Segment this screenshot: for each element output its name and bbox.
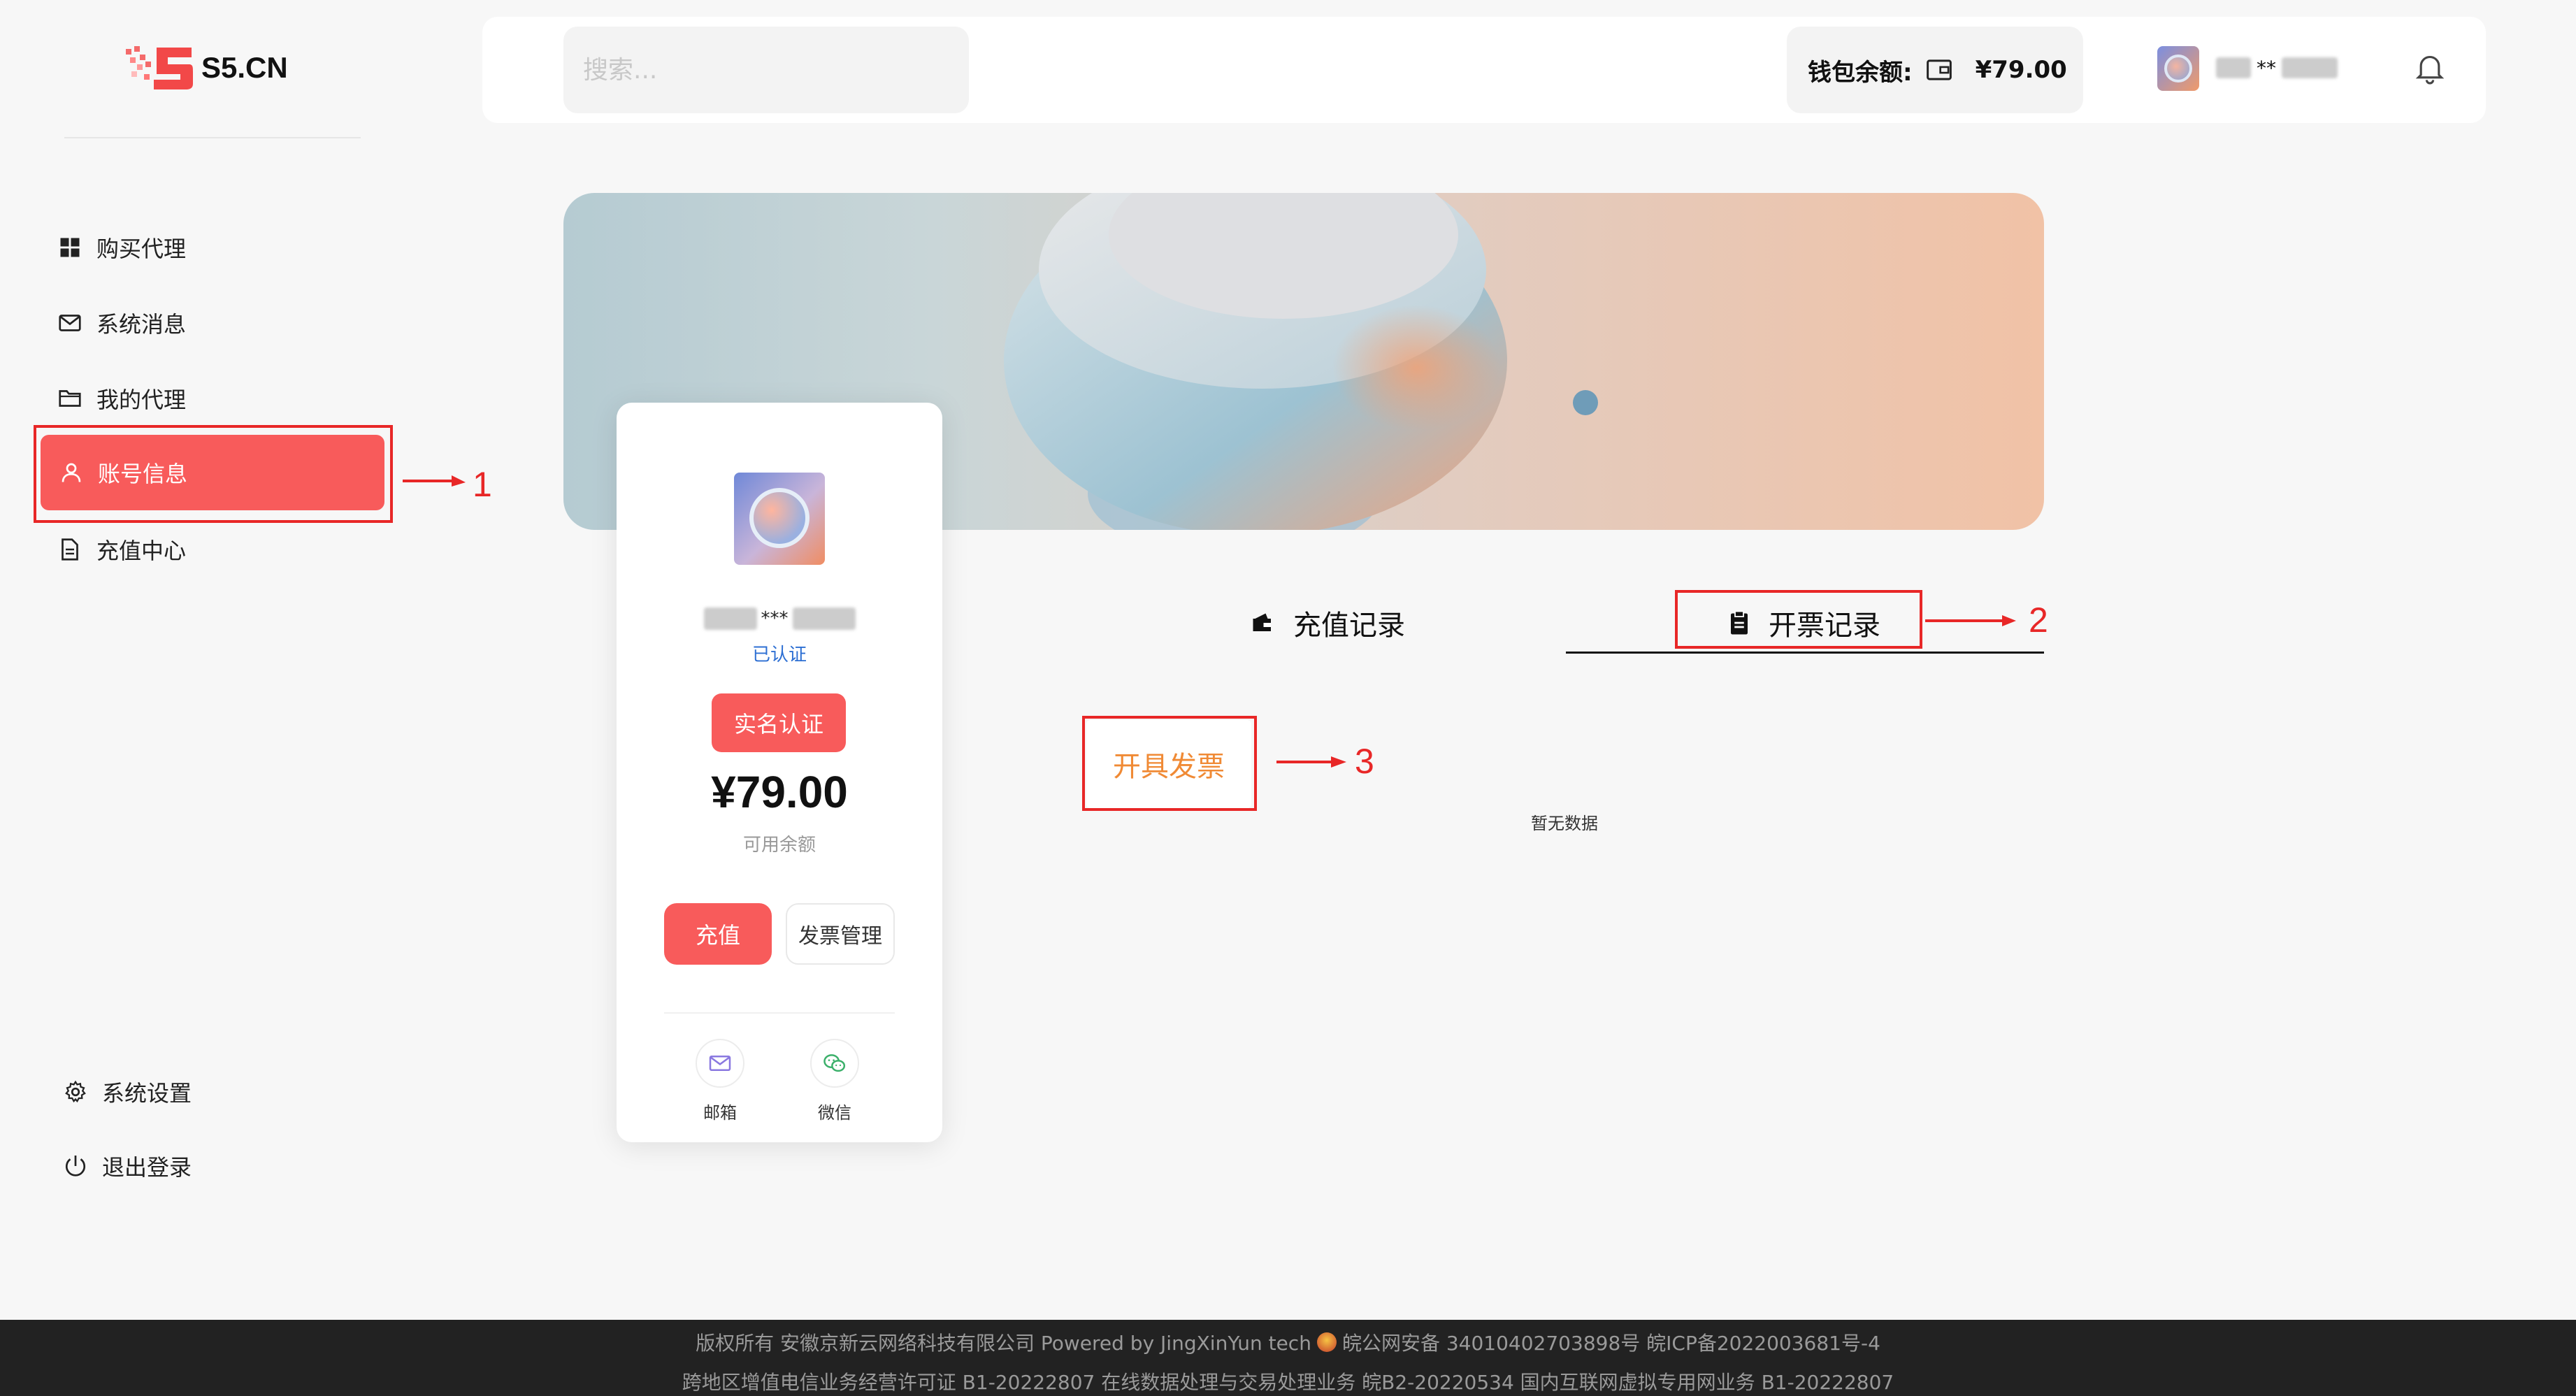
sidebar-item-messages[interactable]: 系统消息	[39, 285, 386, 361]
available-balance-label: 可用余额	[742, 835, 816, 856]
mail-icon	[59, 315, 81, 331]
brand-logo[interactable]: S5.CN	[126, 43, 288, 92]
annotation-number-1: 1	[473, 465, 492, 504]
wallet-label: 钱包余额:	[1808, 58, 1913, 87]
footer-icp[interactable]: 皖公网安备 34010402703898号 皖ICP备2022003681号-4	[1342, 1328, 1880, 1356]
document-icon	[62, 538, 78, 561]
wallet-icon	[1253, 613, 1271, 631]
mail-icon	[696, 1039, 744, 1088]
logo-mark-icon	[126, 43, 194, 92]
brand-name: S5.CN	[201, 51, 288, 84]
blurred-text	[792, 607, 856, 630]
avatar[interactable]	[2157, 46, 2199, 91]
invoice-management-button[interactable]: 发票管理	[786, 903, 895, 965]
sidebar-item-recharge-center[interactable]: 充值中心	[39, 512, 386, 587]
contact-email[interactable]: 邮箱	[685, 1039, 755, 1123]
wallet-balance[interactable]: 钱包余额: ¥79.00	[1787, 27, 2083, 113]
wechat-icon	[810, 1039, 859, 1088]
footer-line-1: 版权所有 安徽京新云网络科技有限公司 Powered by JingXinYun…	[0, 1328, 2576, 1356]
tab-label: 充值记录	[1293, 610, 1405, 642]
username-masked[interactable]: **	[2216, 55, 2349, 81]
bell-icon[interactable]	[2415, 52, 2445, 85]
blurred-text	[2216, 57, 2251, 78]
card-divider	[664, 1012, 895, 1014]
search-input[interactable]	[563, 27, 969, 113]
blurred-text	[2282, 57, 2338, 78]
avatar-image	[749, 488, 810, 548]
verified-status: 已认证	[751, 645, 807, 665]
logo-divider	[64, 137, 361, 138]
annotation-arrow-2	[1925, 615, 2016, 626]
sidebar-item-buy-proxy[interactable]: 购买代理	[39, 210, 386, 285]
sidebar-item-label: 退出登录	[102, 1154, 192, 1181]
profile-avatar[interactable]	[734, 473, 825, 565]
recharge-button[interactable]: 充值	[664, 903, 772, 965]
gear-icon	[65, 1080, 86, 1103]
wallet-amount: ¥79.00	[1975, 56, 2067, 84]
grid-icon	[60, 238, 80, 257]
annotation-arrow-3	[1276, 756, 1346, 768]
annotation-box-3	[1082, 716, 1257, 811]
realname-verify-button[interactable]: 实名认证	[712, 693, 846, 752]
sidebar-item-label: 系统设置	[102, 1080, 192, 1107]
profile-name-masked: ***	[700, 605, 858, 632]
username-stars: **	[2257, 56, 2276, 80]
folder-icon	[59, 390, 81, 407]
footer-copyright: 版权所有 安徽京新云网络科技有限公司 Powered by JingXinYun…	[696, 1332, 1311, 1355]
wallet-icon	[1926, 59, 1952, 80]
footer: 版权所有 安徽京新云网络科技有限公司 Powered by JingXinYun…	[0, 1320, 2576, 1396]
active-tab-indicator	[1566, 652, 2044, 654]
sidebar-item-label: 充值中心	[96, 538, 187, 564]
profile-card: *** 已认证 实名认证 ¥79.00 可用余额 充值 发票管理 邮箱 微信	[617, 403, 942, 1142]
sidebar-item-label: 系统消息	[96, 311, 187, 338]
avatar-image	[2164, 55, 2192, 82]
available-balance: ¥79.00	[711, 767, 848, 817]
sidebar-item-logout[interactable]: 退出登录	[45, 1128, 391, 1204]
annotation-box-2	[1675, 590, 1922, 649]
blurred-text	[703, 607, 757, 630]
contact-label: 微信	[818, 1103, 851, 1123]
profile-name-stars: ***	[761, 608, 789, 629]
sidebar-item-label: 我的代理	[96, 387, 187, 413]
contact-label: 邮箱	[703, 1103, 737, 1123]
sidebar-item-settings[interactable]: 系统设置	[45, 1054, 391, 1130]
footer-line-2: 跨地区增值电信业务经营许可证 B1-20222807 在线数据处理与交易处理业务…	[682, 1371, 1894, 1394]
annotation-number-2: 2	[2029, 600, 2048, 640]
contact-wechat[interactable]: 微信	[800, 1039, 870, 1123]
power-icon	[65, 1156, 86, 1176]
annotation-box-1	[34, 425, 393, 523]
tab-recharge-records[interactable]: 充值记录	[1250, 603, 1405, 643]
police-badge-icon	[1316, 1332, 1337, 1352]
annotation-number-3: 3	[1355, 742, 1374, 781]
empty-state-text: 暂无数据	[1531, 814, 1598, 833]
annotation-arrow-1	[403, 475, 466, 487]
sidebar-item-label: 购买代理	[96, 236, 187, 262]
sidebar: S5.CN 购买代理 系统消息 我的代理 账号信息 充值中心 系统设置 退出登录	[0, 0, 428, 1320]
